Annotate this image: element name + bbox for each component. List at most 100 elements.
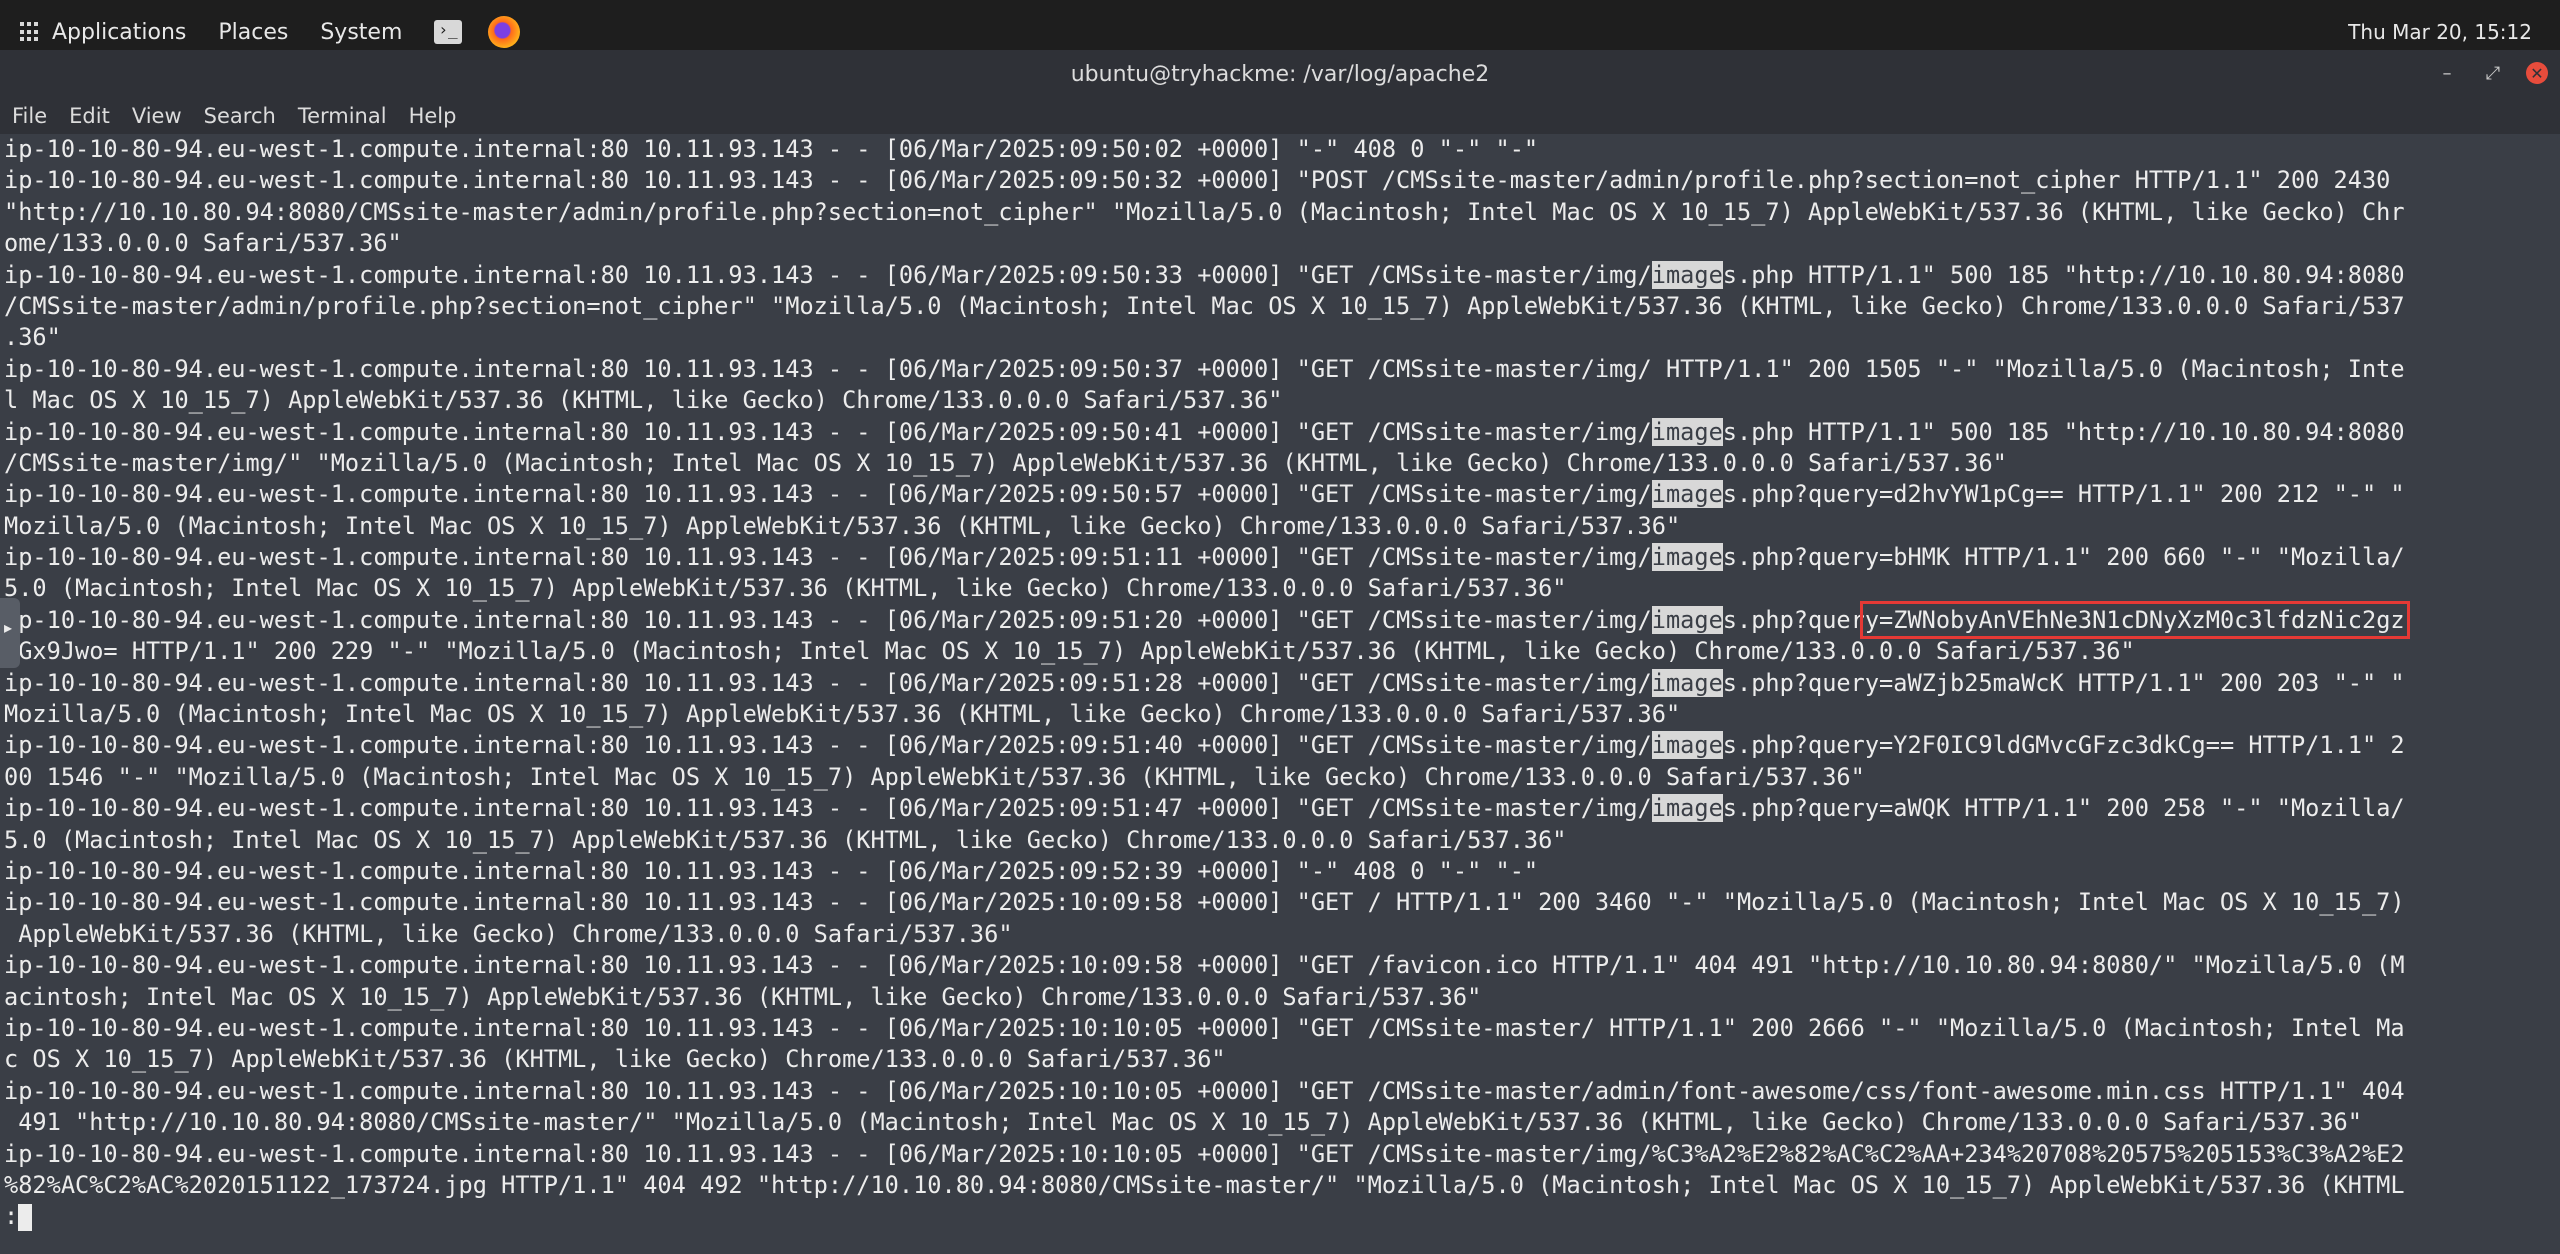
log-text: s.php?query=aWQK HTTP/1.1" 200 258 "-" "… — [1722, 794, 2405, 823]
text-cursor — [18, 1204, 33, 1232]
menu-help[interactable]: Help — [409, 104, 457, 128]
terminal-line: acintosh; Intel Mac OS X 10_15_7) AppleW… — [4, 982, 2556, 1013]
log-text: bGx9Jwo= HTTP/1.1" 200 229 "-" "Mozilla/… — [4, 637, 2135, 666]
applications-label: Applications — [52, 19, 187, 45]
terminal-line: ip-10-10-80-94.eu-west-1.compute.interna… — [4, 417, 2556, 448]
log-text: "http://10.10.80.94:8080/CMSsite-master/… — [4, 197, 2405, 226]
search-match-highlight: image — [1651, 417, 1723, 446]
log-text: ip-10-10-80-94.eu-west-1.compute.interna… — [4, 1076, 2405, 1105]
log-text: ip-10-10-80-94.eu-west-1.compute.interna… — [4, 166, 2391, 195]
search-match-highlight: image — [1651, 731, 1723, 760]
minimize-icon: – — [2442, 62, 2452, 84]
search-match-highlight: image — [1651, 605, 1723, 634]
places-label: Places — [218, 19, 289, 45]
terminal-line: ip-10-10-80-94.eu-west-1.compute.interna… — [4, 1139, 2556, 1170]
maximize-button[interactable]: ⤢ — [2478, 58, 2508, 88]
terminal-line: 00 1546 "-" "Mozilla/5.0 (Macintosh; Int… — [4, 762, 2556, 793]
log-text: ip-10-10-80-94.eu-west-1.compute.interna… — [4, 354, 2405, 383]
terminal-line: ip-10-10-80-94.eu-west-1.compute.interna… — [4, 730, 2556, 761]
terminal-line: bGx9Jwo= HTTP/1.1" 200 229 "-" "Mozilla/… — [4, 636, 2556, 667]
log-text: s.php HTTP/1.1" 500 185 "http://10.10.80… — [1722, 260, 2405, 289]
firefox-launcher[interactable] — [488, 16, 521, 48]
terminal-line: ome/133.0.0.0 Safari/537.36" — [4, 228, 2556, 259]
search-match-highlight: image — [1651, 260, 1723, 289]
log-text: l Mac OS X 10_15_7) AppleWebKit/537.36 (… — [4, 386, 1283, 415]
search-match-highlight: image — [1651, 794, 1723, 823]
terminal-line: /CMSsite-master/admin/profile.php?sectio… — [4, 291, 2556, 322]
terminal-line: Mozilla/5.0 (Macintosh; Intel Mac OS X 1… — [4, 699, 2556, 730]
places-menu[interactable]: Places — [218, 20, 288, 45]
terminal-line: ip-10-10-80-94.eu-west-1.compute.interna… — [4, 542, 2556, 573]
log-text: ip-10-10-80-94.eu-west-1.compute.interna… — [4, 1013, 2405, 1042]
log-text: s.php?query=bHMK HTTP/1.1" 200 660 "-" "… — [1722, 543, 2405, 572]
log-text: s.php?quer — [1722, 605, 1865, 634]
log-text: ip-10-10-80-94.eu-west-1.compute.interna… — [4, 605, 1652, 634]
terminal-line: 491 "http://10.10.80.94:8080/CMSsite-mas… — [4, 1107, 2556, 1138]
terminal-line: ip-10-10-80-94.eu-west-1.compute.interna… — [4, 354, 2556, 385]
terminal-line: ip-10-10-80-94.eu-west-1.compute.interna… — [4, 856, 2556, 887]
terminal-output[interactable]: ip-10-10-80-94.eu-west-1.compute.interna… — [0, 134, 2560, 1254]
menu-search[interactable]: Search — [204, 104, 276, 128]
log-text: acintosh; Intel Mac OS X 10_15_7) AppleW… — [4, 982, 1482, 1011]
menu-terminal[interactable]: Terminal — [298, 104, 387, 128]
log-text: s.php HTTP/1.1" 500 185 "http://10.10.80… — [1722, 417, 2405, 446]
window-titlebar[interactable]: ubuntu@tryhackme: /var/log/apache2 – ⤢ ✕ — [0, 50, 2560, 98]
log-text: AppleWebKit/537.36 (KHTML, like Gecko) C… — [4, 919, 1013, 948]
minimize-button[interactable]: – — [2432, 58, 2462, 88]
terminal-line: ip-10-10-80-94.eu-west-1.compute.interna… — [4, 600, 2556, 639]
terminal-line: "http://10.10.80.94:8080/CMSsite-master/… — [4, 197, 2556, 228]
terminal-line: ip-10-10-80-94.eu-west-1.compute.interna… — [4, 165, 2556, 196]
log-text: ip-10-10-80-94.eu-west-1.compute.interna… — [4, 260, 1652, 289]
menu-edit[interactable]: Edit — [69, 104, 110, 128]
terminal-window: ubuntu@tryhackme: /var/log/apache2 – ⤢ ✕… — [0, 50, 2560, 1254]
terminal-line: ip-10-10-80-94.eu-west-1.compute.interna… — [4, 887, 2556, 918]
log-text: : — [4, 1202, 19, 1231]
terminal-line: Mozilla/5.0 (Macintosh; Intel Mac OS X 1… — [4, 511, 2556, 542]
log-text: ip-10-10-80-94.eu-west-1.compute.interna… — [4, 794, 1652, 823]
log-text: ip-10-10-80-94.eu-west-1.compute.interna… — [4, 480, 1652, 509]
system-label: System — [320, 19, 403, 45]
log-text: %82%AC%C2%AC%2020151122_173724.jpg HTTP/… — [4, 1170, 2405, 1199]
log-text: c OS X 10_15_7) AppleWebKit/537.36 (KHTM… — [4, 1045, 1226, 1074]
terminal-line: : — [4, 1201, 2556, 1232]
terminal-launcher[interactable] — [434, 20, 476, 44]
close-button[interactable]: ✕ — [2522, 58, 2552, 88]
applications-menu[interactable]: Applications — [20, 20, 186, 45]
log-text: ip-10-10-80-94.eu-west-1.compute.interna… — [4, 135, 1539, 163]
log-text: ip-10-10-80-94.eu-west-1.compute.interna… — [4, 951, 2405, 980]
log-text: /CMSsite-master/img/" "Mozilla/5.0 (Maci… — [4, 448, 2007, 477]
log-text: 5.0 (Macintosh; Intel Mac OS X 10_15_7) … — [4, 574, 1567, 603]
search-match-highlight: image — [1651, 480, 1723, 509]
terminal-line: l Mac OS X 10_15_7) AppleWebKit/537.36 (… — [4, 385, 2556, 416]
log-text: s.php?query=d2hvYW1pCg== HTTP/1.1" 200 2… — [1722, 480, 2405, 509]
log-text: s.php?query=aWZjb25maWcK HTTP/1.1" 200 2… — [1722, 668, 2405, 697]
terminal-line: .36" — [4, 322, 2556, 353]
apps-grid-icon — [20, 22, 40, 42]
log-text: 491 "http://10.10.80.94:8080/CMSsite-mas… — [4, 1108, 2362, 1137]
log-text: 00 1546 "-" "Mozilla/5.0 (Macintosh; Int… — [4, 762, 1865, 791]
log-text: ip-10-10-80-94.eu-west-1.compute.interna… — [4, 1139, 2405, 1168]
search-match-highlight: image — [1651, 543, 1723, 572]
side-panel-handle[interactable] — [0, 598, 20, 668]
log-text: .36" — [4, 323, 61, 352]
search-match-highlight: image — [1651, 668, 1723, 697]
terminal-icon — [434, 20, 463, 44]
maximize-icon: ⤢ — [2485, 62, 2501, 84]
log-text: ip-10-10-80-94.eu-west-1.compute.interna… — [4, 888, 2405, 917]
terminal-line: AppleWebKit/537.36 (KHTML, like Gecko) C… — [4, 919, 2556, 950]
system-menu[interactable]: System — [320, 20, 402, 45]
log-text: /CMSsite-master/admin/profile.php?sectio… — [4, 291, 2405, 320]
log-text: Mozilla/5.0 (Macintosh; Intel Mac OS X 1… — [4, 700, 1681, 729]
log-text: 5.0 (Macintosh; Intel Mac OS X 10_15_7) … — [4, 825, 1567, 854]
firefox-icon — [488, 16, 521, 48]
window-title: ubuntu@tryhackme: /var/log/apache2 — [1070, 62, 1490, 87]
terminal-line: /CMSsite-master/img/" "Mozilla/5.0 (Maci… — [4, 448, 2556, 479]
log-text: ip-10-10-80-94.eu-west-1.compute.interna… — [4, 543, 1652, 572]
terminal-line: 5.0 (Macintosh; Intel Mac OS X 10_15_7) … — [4, 573, 2556, 604]
highlighted-query-box: y=ZWNobyAnVEhNe3N1cDNyXzM0c3lfdzNic2gz — [1859, 600, 2410, 639]
terminal-line: 5.0 (Macintosh; Intel Mac OS X 10_15_7) … — [4, 825, 2556, 856]
terminal-line: ip-10-10-80-94.eu-west-1.compute.interna… — [4, 1013, 2556, 1044]
menu-view[interactable]: View — [132, 104, 182, 128]
terminal-line: %82%AC%C2%AC%2020151122_173724.jpg HTTP/… — [4, 1170, 2556, 1201]
menu-file[interactable]: File — [12, 104, 47, 128]
